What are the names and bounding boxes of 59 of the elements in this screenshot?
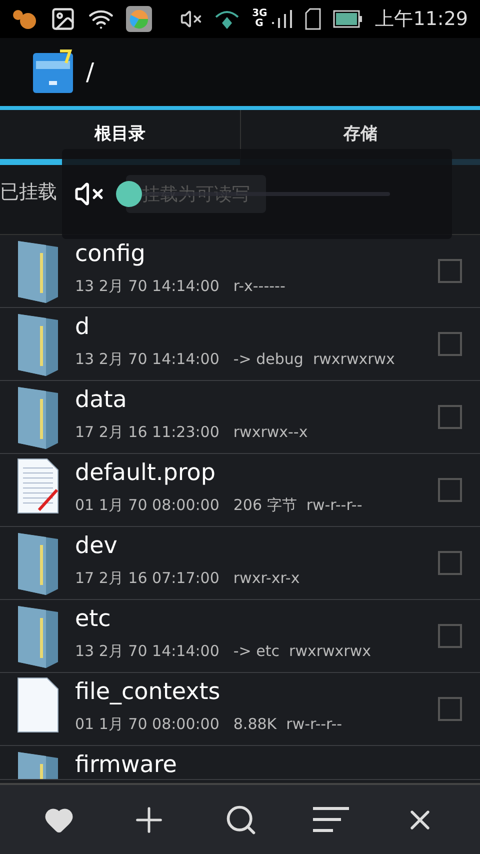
file-name: file_contexts [75, 678, 222, 707]
volume-thumb[interactable] [116, 181, 142, 207]
file-info: r-x------ [233, 276, 286, 297]
file-icon [16, 677, 58, 733]
file-row[interactable]: dev 17 2月 16 07:17:00 rwxr-xr-x [0, 527, 480, 600]
file-date: 13 2月 70 14:14:00 [75, 276, 220, 297]
file-name: firmware [75, 751, 178, 779]
network-label: 3G [252, 9, 268, 19]
battery-icon [333, 10, 364, 28]
file-info: -> etc rwxrwxrwx [233, 641, 371, 662]
checkbox[interactable] [438, 405, 462, 429]
checkbox[interactable] [438, 259, 462, 283]
file-info: rwxrwx--x [233, 422, 308, 443]
signal-bars-icon [271, 10, 294, 28]
file-date: 01 1月 70 08:00:00 [75, 714, 220, 735]
mount-status-text: 已挂载 [0, 180, 57, 205]
file-row[interactable]: data 17 2月 16 11:23:00 rwxrwx--x [0, 381, 480, 454]
file-name: default.prop [75, 459, 216, 488]
sim-card-icon [305, 8, 322, 30]
file-name: d [75, 313, 91, 342]
app-icon [126, 6, 152, 32]
file-name: config [75, 240, 146, 269]
checkbox[interactable] [438, 697, 462, 721]
file-info: -> debug rwxrwxrwx [233, 349, 395, 370]
file-row[interactable]: etc 13 2月 70 14:14:00 -> etc rwxrwxrwx [0, 600, 480, 673]
volume-slider[interactable] [116, 181, 390, 207]
file-date: 13 2月 70 14:14:00 [75, 349, 220, 370]
path-title: / [86, 57, 94, 88]
clock-text: 上午11:29 [375, 6, 468, 32]
folder-icon [16, 531, 60, 597]
file-row[interactable]: d 13 2月 70 14:14:00 -> debug rwxrwxrwx [0, 308, 480, 381]
mute-icon [180, 8, 202, 30]
file-name: etc [75, 605, 112, 634]
folder-icon [16, 385, 60, 451]
file-date: 17 2月 16 11:23:00 [75, 422, 220, 443]
file-date: 13 2月 70 14:14:00 [75, 641, 220, 662]
file-date: 17 2月 16 07:17:00 [75, 568, 220, 589]
folder-icon [16, 239, 60, 305]
file-row[interactable]: file_contexts 01 1月 70 08:00:00 8.88K rw-r--r-- [0, 673, 480, 746]
folder-icon [16, 312, 60, 378]
file-cabinet-icon[interactable] [32, 49, 74, 95]
file-row[interactable]: config 13 2月 70 14:14:00 r-x------ [0, 235, 480, 308]
signal-icon [214, 9, 240, 29]
file-info: 8.88K rw-r--r-- [233, 714, 342, 735]
file-info: 206 字节 rw-r--r-- [233, 495, 362, 516]
network-sublabel: G [254, 19, 264, 29]
lines-icon[interactable] [313, 806, 350, 832]
document-pencil-icon [16, 458, 58, 514]
file-date: 01 1月 70 08:00:00 [75, 495, 220, 516]
file-info: rwxr-xr-x [233, 568, 300, 589]
image-icon [50, 6, 76, 32]
folder-icon [16, 604, 60, 670]
checkbox[interactable] [438, 478, 462, 502]
checkbox[interactable] [438, 551, 462, 575]
file-name: dev [75, 532, 118, 561]
file-row[interactable]: default.prop 01 1月 70 08:00:00 206 字节 rw-r--r-- [0, 454, 480, 527]
checkbox[interactable] [438, 332, 462, 356]
file-name: data [75, 386, 128, 415]
checkbox[interactable] [438, 624, 462, 648]
